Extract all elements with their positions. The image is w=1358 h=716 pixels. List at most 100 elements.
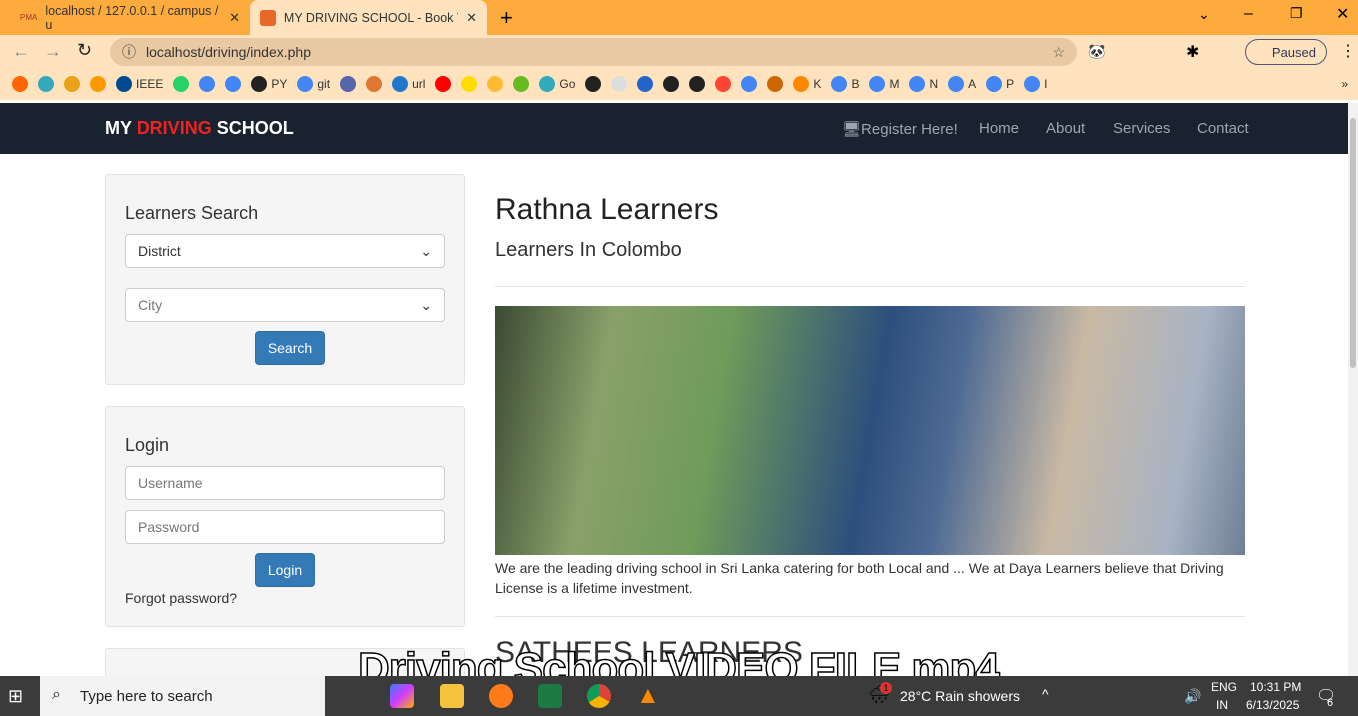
bookmark-item[interactable] (340, 76, 357, 92)
restore-button[interactable]: ❐ (1290, 5, 1303, 22)
menu-icon[interactable]: ⋮ (1340, 41, 1356, 61)
bookmark-label: K (813, 77, 822, 91)
site-brand[interactable]: MY DRIVING SCHOOL (105, 118, 294, 139)
bookmark-item[interactable] (435, 76, 452, 92)
bookmark-item[interactable]: url (392, 76, 425, 92)
weather-badge: 1 (880, 682, 892, 694)
scrollbar-thumb[interactable] (1350, 118, 1356, 368)
bookmark-icon (831, 76, 848, 92)
bookmark-item[interactable] (12, 76, 28, 92)
bookmark-item[interactable]: M (869, 76, 899, 92)
bookmark-icon (340, 76, 357, 92)
nav-about[interactable]: About (1046, 120, 1085, 137)
bookmark-item[interactable] (173, 76, 190, 92)
bookmark-label: A (968, 77, 977, 91)
bookmark-item[interactable] (663, 76, 680, 92)
bookmark-label: url (412, 77, 426, 91)
bookmark-item[interactable]: K (793, 76, 821, 92)
bookmark-item[interactable] (366, 76, 383, 92)
bookmark-item[interactable] (90, 76, 106, 92)
bookmark-icon (12, 76, 28, 92)
bookmark-item[interactable]: IEEE (116, 76, 163, 92)
bookmark-item[interactable] (611, 76, 628, 92)
tray-chevron-icon[interactable]: ^ (1042, 686, 1049, 702)
bookmark-item[interactable]: A (948, 76, 976, 92)
forward-button[interactable]: → (44, 41, 62, 62)
forgot-password-link[interactable]: Forgot password? (125, 590, 237, 606)
bookmark-icon (297, 76, 314, 92)
bookmark-icon (689, 76, 706, 92)
bookmark-item[interactable] (487, 76, 504, 92)
driving-lesson-photo (495, 306, 1245, 555)
bookmark-item[interactable]: P (986, 76, 1014, 92)
bookmark-icon (225, 76, 242, 92)
bookmark-item[interactable]: B (831, 76, 859, 92)
bookmark-item[interactable]: N (909, 76, 938, 92)
vlc-icon[interactable]: ▲ (636, 682, 660, 710)
extensions-puzzle-icon[interactable]: ✱ (1186, 42, 1199, 62)
close-window-button[interactable]: ✕ (1336, 4, 1349, 24)
nav-services[interactable]: Services (1113, 120, 1171, 137)
taskbar-search[interactable]: Type here to search (40, 676, 325, 716)
district-select[interactable]: District ⌄ (125, 234, 445, 268)
region[interactable]: IN (1216, 698, 1228, 712)
bookmark-item[interactable]: I (1024, 76, 1048, 92)
back-button[interactable]: ← (12, 41, 30, 62)
bookmark-icon (986, 76, 1003, 92)
volume-icon[interactable]: 🔊 (1184, 688, 1201, 705)
monitor-icon: 🖥 (842, 121, 862, 138)
search-panel: Learners Search District ⌄ City ⌄ Search (105, 174, 465, 385)
school-subtitle: Learners In Colombo (495, 239, 682, 261)
bookmark-item[interactable] (767, 76, 784, 92)
minimize-button[interactable]: – (1244, 5, 1253, 23)
copilot-icon[interactable] (390, 684, 414, 708)
tab-phpmyadmin[interactable]: PMA localhost / 127.0.0.1 / campus / u ✕ (10, 0, 250, 35)
login-button[interactable]: Login (255, 553, 315, 587)
bookmark-item[interactable] (225, 76, 242, 92)
windows-start-icon[interactable]: ⊞ (8, 686, 23, 707)
bookmark-icon (1024, 76, 1041, 92)
bookmark-item[interactable] (585, 76, 602, 92)
bookmark-item[interactable] (461, 76, 478, 92)
bookmark-item[interactable] (64, 76, 80, 92)
file-explorer-icon[interactable] (440, 684, 464, 708)
bookmark-item[interactable]: git (297, 76, 330, 92)
bookmark-item[interactable]: PY (251, 76, 287, 92)
nav-contact[interactable]: Contact (1197, 120, 1249, 137)
bookmark-item[interactable] (741, 76, 758, 92)
chrome-icon[interactable] (587, 684, 611, 708)
bookmark-item[interactable] (513, 76, 530, 92)
close-tab-icon[interactable]: ✕ (466, 10, 477, 26)
reload-button[interactable]: ↻ (77, 40, 92, 61)
bookmark-item[interactable] (637, 76, 654, 92)
nav-home[interactable]: Home (979, 120, 1019, 137)
new-tab-button[interactable]: + (500, 5, 513, 31)
tab-search-chevron-icon[interactable]: ⌄ (1198, 6, 1210, 23)
bookmark-item[interactable] (689, 76, 706, 92)
username-input[interactable]: Username (125, 466, 445, 500)
nav-register[interactable]: 🖥Register Here! (842, 120, 958, 138)
bookmarks-bar: IEEE PY git url Go K B M N A P I » (0, 68, 1358, 100)
bookmark-item[interactable] (38, 76, 54, 92)
extension-icon[interactable]: 🐼 (1088, 43, 1105, 60)
address-bar[interactable]: ⓘ localhost/driving/index.php ☆ (110, 38, 1077, 66)
weather-text[interactable]: 28°C Rain showers (900, 688, 1020, 704)
bookmark-item[interactable] (715, 76, 732, 92)
city-select[interactable]: City ⌄ (125, 288, 445, 322)
firefox-icon[interactable] (489, 684, 513, 708)
bookmark-icon (199, 76, 216, 92)
clock-time[interactable]: 10:31 PM (1250, 680, 1301, 694)
clock-date[interactable]: 6/13/2025 (1246, 698, 1299, 712)
bookmarks-overflow-icon[interactable]: » (1341, 77, 1348, 91)
star-icon[interactable]: ☆ (1052, 44, 1065, 61)
excel-icon[interactable] (538, 684, 562, 708)
tab-driving-school[interactable]: MY DRIVING SCHOOL - Book You✕ (250, 0, 487, 35)
password-input[interactable]: Password (125, 510, 445, 544)
divider (495, 616, 1245, 617)
profile-button[interactable]: Paused (1245, 39, 1327, 65)
close-tab-icon[interactable]: ✕ (229, 10, 240, 26)
search-button[interactable]: Search (255, 331, 325, 365)
bookmark-item[interactable]: Go (539, 76, 575, 92)
bookmark-item[interactable] (199, 76, 216, 92)
language[interactable]: ENG (1211, 680, 1237, 694)
